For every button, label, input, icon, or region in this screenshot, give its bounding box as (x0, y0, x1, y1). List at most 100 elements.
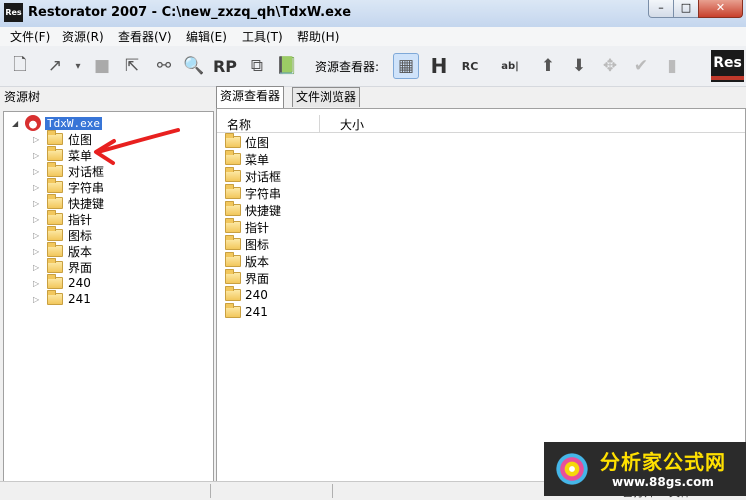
list-item[interactable]: 240 (224, 286, 268, 303)
expand-icon[interactable]: ▷ (33, 135, 43, 144)
view-text-icon[interactable]: ab| (497, 53, 523, 79)
new-file-icon[interactable]: 🗋 (7, 53, 33, 79)
watermark-logo: 分析家公式网 www.88gs.com (544, 442, 746, 496)
arrow-up-icon[interactable]: ⬆ (535, 53, 561, 79)
tree-node[interactable]: ▷ 快捷键 (33, 194, 105, 211)
view-image-icon[interactable]: ▦ (393, 53, 419, 79)
viewer-label: 资源查看器: (315, 60, 380, 74)
rp-icon[interactable]: RP (212, 53, 238, 79)
folder-icon (225, 286, 241, 301)
expand-icon[interactable]: ▷ (33, 231, 43, 240)
flower-icon (550, 446, 594, 492)
column-divider[interactable] (319, 115, 320, 132)
title-bar: Res Restorator 2007 - C:\new_zxzq_qh\Tdx… (0, 0, 746, 28)
tree-node[interactable]: ▷ 版本 (33, 242, 92, 259)
tab-file-browser[interactable]: 文件浏览器 (292, 87, 361, 107)
tree-node[interactable]: ▷ 241 (33, 290, 91, 307)
expand-icon[interactable]: ▷ (33, 167, 43, 176)
tree-node-label: 对话框 (68, 164, 105, 179)
close-button[interactable]: ✕ (698, 0, 743, 18)
list-item[interactable]: 指针 (224, 218, 270, 235)
list-header: 名称 大小 (217, 115, 745, 133)
resource-list[interactable]: 名称 大小 位图 菜单 对话框 字符串 快捷键 指针 图标 版本 界面 240 … (216, 108, 746, 482)
list-item-label: 240 (245, 288, 268, 302)
tree-node[interactable]: ▷ 字符串 (33, 178, 104, 195)
menu-edit[interactable]: 编辑(E) (186, 28, 227, 45)
folder-icon (47, 162, 63, 177)
copy-icon[interactable]: ⧉ (244, 53, 270, 79)
tree-node-label: 241 (68, 292, 91, 306)
expand-icon[interactable]: ▷ (33, 279, 43, 288)
collapse-icon[interactable]: ◢ (12, 119, 21, 128)
resource-link-icon[interactable]: ⚯ (151, 53, 177, 79)
menu-help[interactable]: 帮助(H) (297, 28, 339, 45)
resource-tree[interactable]: ◢ TdxW.exe ▷ 位图 ▷ 菜单 ▷ 对话框 ▷ 字符串 ▷ 快捷键 ▷ 指针 ▷ 图… (3, 111, 214, 482)
folder-icon (47, 258, 63, 273)
folder-icon (47, 290, 63, 305)
list-item[interactable]: 字符串 (224, 184, 281, 201)
column-size[interactable]: 大小 (340, 116, 364, 133)
tree-node-label: 240 (68, 276, 91, 290)
list-item[interactable]: 菜单 (224, 150, 269, 167)
tree-node[interactable]: ▷ 菜单 (33, 146, 92, 163)
save-icon[interactable]: ■ (89, 53, 115, 79)
expand-icon[interactable]: ▷ (33, 215, 43, 224)
check-icon[interactable]: ✔ (628, 53, 654, 79)
list-item-label: 指针 (245, 220, 270, 235)
search-icon[interactable]: 🔍 (181, 53, 207, 79)
expand-icon[interactable]: ▷ (33, 199, 43, 208)
minimize-button[interactable]: – (648, 0, 674, 18)
list-item[interactable]: 版本 (224, 252, 269, 269)
tree-node[interactable]: ▷ 对话框 (33, 162, 105, 179)
list-item[interactable]: 图标 (224, 235, 269, 252)
app-icon: Res (4, 3, 23, 22)
open-file-icon[interactable]: ↗ (42, 53, 68, 79)
open-dropdown-icon[interactable]: ▾ (72, 53, 84, 79)
restorator-logo: Res (711, 50, 744, 82)
folder-icon (47, 178, 63, 193)
tree-node-label: 指针 (68, 212, 93, 227)
tree-node[interactable]: ▷ 图标 (33, 226, 92, 243)
expand-icon[interactable]: ▷ (33, 295, 43, 304)
tree-node-label: 快捷键 (68, 196, 105, 211)
view-rc-icon[interactable]: RC (457, 53, 483, 79)
list-item[interactable]: 对话框 (224, 167, 281, 184)
tree-root-label: TdxW.exe (45, 116, 102, 130)
list-item[interactable]: 位图 (224, 133, 269, 150)
export-icon[interactable]: ⇱ (119, 53, 145, 79)
list-item[interactable]: 241 (224, 303, 268, 320)
menu-tools[interactable]: 工具(T) (242, 28, 283, 45)
status-divider (332, 484, 333, 498)
folder-icon (47, 226, 63, 241)
tree-node[interactable]: ▷ 240 (33, 274, 91, 291)
expand-icon[interactable]: ▷ (33, 183, 43, 192)
view-hex-icon[interactable]: H (426, 53, 452, 79)
maximize-button[interactable]: □ (673, 0, 699, 18)
status-divider (210, 484, 211, 498)
arrow-down-icon[interactable]: ⬇ (566, 53, 592, 79)
book-icon[interactable]: 📗 (274, 53, 300, 79)
column-name[interactable]: 名称 (227, 116, 251, 133)
tree-node[interactable]: ▷ 指针 (33, 210, 93, 227)
folder-icon (47, 146, 63, 161)
tree-node[interactable]: ▷ 位图 (33, 130, 92, 147)
folder-icon (47, 242, 63, 257)
expand-icon[interactable]: ▷ (33, 247, 43, 256)
move-icon[interactable]: ✥ (597, 53, 623, 79)
menu-file[interactable]: 文件(F) (10, 28, 50, 45)
tree-node[interactable]: ▷ 界面 (33, 258, 92, 275)
tab-resource-viewer[interactable]: 资源查看器 (216, 86, 285, 108)
folder-icon (225, 252, 241, 267)
expand-icon[interactable]: ▷ (33, 263, 43, 272)
menu-viewer[interactable]: 查看器(V) (118, 28, 172, 45)
watermark-url: www.88gs.com (612, 475, 714, 489)
list-item[interactable]: 界面 (224, 269, 270, 286)
menu-resource[interactable]: 资源(R) (62, 28, 104, 45)
list-item-label: 界面 (245, 271, 270, 286)
expand-icon[interactable]: ▷ (33, 151, 43, 160)
list-item[interactable]: 快捷键 (224, 201, 281, 218)
folder-icon (225, 303, 241, 318)
page-icon[interactable]: ▮ (659, 53, 685, 79)
tree-root[interactable]: ◢ TdxW.exe (12, 115, 102, 131)
folder-icon (225, 133, 241, 148)
